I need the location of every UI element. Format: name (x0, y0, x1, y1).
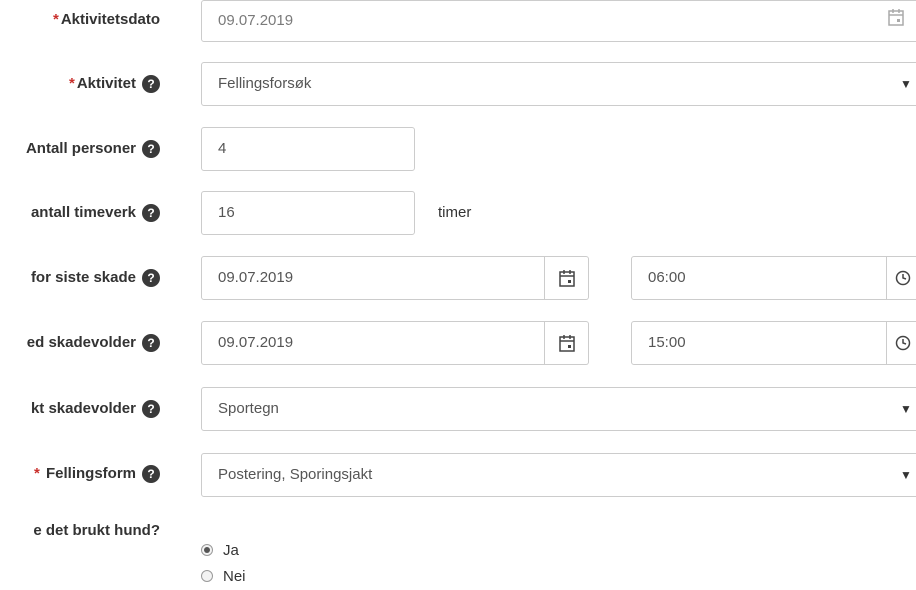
last-damage-date-input[interactable]: 09.07.2019 (201, 256, 545, 300)
persons-label: Antall personer ? (26, 139, 160, 159)
dog-used-label: e det brukt hund? (33, 522, 160, 539)
dog-used-option-no[interactable]: Nei (201, 566, 246, 586)
last-damage-label: for siste skade ? (31, 268, 160, 288)
kill-form-select[interactable]: Postering, Sporingsjakt ▼ (201, 453, 916, 497)
activity-date-label: * Aktivitetsdato (52, 11, 160, 28)
predator-observed-time-input[interactable]: 15:00 (631, 321, 887, 365)
last-damage-time-input[interactable]: 06:00 (631, 256, 887, 300)
radio-button[interactable] (201, 570, 213, 582)
clock-icon[interactable] (887, 321, 916, 365)
clock-icon[interactable] (887, 256, 916, 300)
activity-label: * Aktivitet ? (69, 74, 160, 94)
radio-button[interactable] (201, 544, 213, 556)
predator-observed-date-input[interactable]: 09.07.2019 (201, 321, 545, 365)
predator-evidence-select[interactable]: Sportegn ▼ (201, 387, 916, 431)
hours-input[interactable]: 16 (201, 191, 415, 235)
help-icon[interactable]: ? (142, 400, 160, 418)
calendar-icon[interactable] (545, 321, 589, 365)
kill-form-label: * Fellingsform ? (34, 464, 160, 484)
calendar-icon[interactable] (545, 256, 589, 300)
hours-unit: timer (438, 204, 472, 221)
chevron-down-icon: ▼ (900, 468, 912, 482)
help-icon[interactable]: ? (142, 75, 160, 93)
activity-select[interactable]: Fellingsforsøk ▼ (201, 62, 916, 106)
chevron-down-icon: ▼ (900, 402, 912, 416)
help-icon[interactable]: ? (142, 204, 160, 222)
help-icon[interactable]: ? (142, 465, 160, 483)
hours-label: antall timeverk ? (31, 203, 160, 223)
help-icon[interactable]: ? (142, 334, 160, 352)
predator-observed-label: ed skadevolder ? (27, 333, 160, 353)
help-icon[interactable]: ? (142, 140, 160, 158)
persons-input[interactable]: 4 (201, 127, 415, 171)
dog-used-option-yes[interactable]: Ja (201, 540, 239, 560)
help-icon[interactable]: ? (142, 269, 160, 287)
chevron-down-icon: ▼ (900, 77, 912, 91)
activity-date-input[interactable]: 09.07.2019 (201, 0, 916, 42)
calendar-icon[interactable] (888, 8, 904, 29)
predator-evidence-label: kt skadevolder ? (31, 399, 160, 419)
